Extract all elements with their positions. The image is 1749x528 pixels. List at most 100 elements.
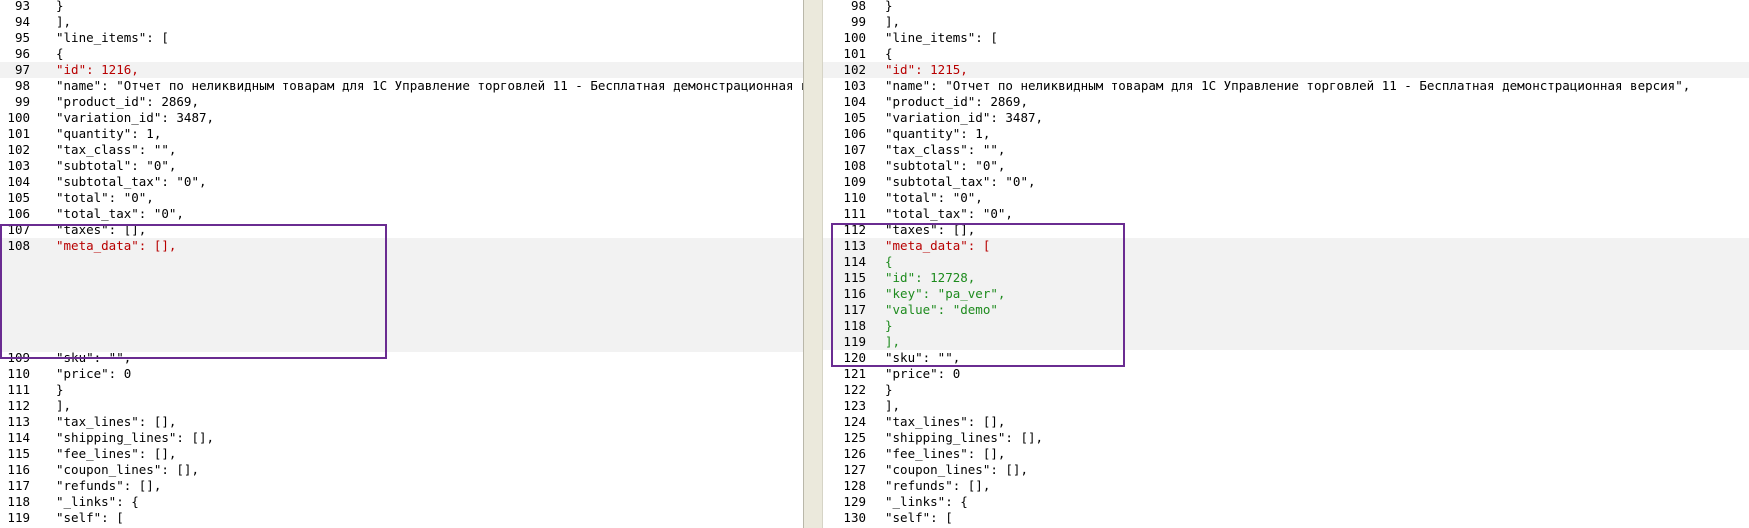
code-text: "coupon_lines": [],: [56, 462, 199, 477]
code-text: "product_id": 2869,: [56, 94, 199, 109]
code-text: "_links": {: [885, 494, 968, 509]
code-text: "self": [: [885, 510, 953, 525]
code-line: 106 "total_tax": "0",: [0, 206, 803, 222]
line-number: 117: [7, 478, 30, 493]
code-line: 113 "tax_lines": [],: [0, 414, 803, 430]
code-line: 129 "_links": {: [823, 494, 1749, 510]
line-number: 110: [7, 366, 30, 381]
line-number: 113: [7, 414, 30, 429]
code-text: "tax_lines": [],: [56, 414, 177, 429]
code-text: }: [56, 0, 64, 13]
line-number: 95: [14, 30, 30, 45]
line-number: 123: [843, 398, 866, 413]
code-line: 94],: [0, 14, 803, 30]
code-text: "coupon_lines": [],: [885, 462, 1028, 477]
code-line: 119 "self": [: [0, 510, 803, 526]
code-text: "total_tax": "0",: [885, 206, 1013, 221]
code-line: 95 "line_items": [: [0, 30, 803, 46]
code-text: }: [885, 382, 893, 397]
code-text: ],: [885, 398, 901, 413]
line-number: 115: [7, 446, 30, 461]
code-line: 101 {: [823, 46, 1749, 62]
code-line: 104 "product_id": 2869,: [823, 94, 1749, 110]
line-number: 103: [843, 78, 866, 93]
code-line: 124 "tax_lines": [],: [823, 414, 1749, 430]
code-text: }: [885, 0, 893, 13]
code-line: 122}: [823, 382, 1749, 398]
line-number: 96: [14, 46, 30, 61]
code-line: 97 "id": 1216,: [0, 62, 803, 78]
code-text: "subtotal": "0",: [885, 158, 1006, 173]
code-text: }: [56, 382, 64, 397]
code-line: 98 "name": "Отчет по неликвидным товарам …: [0, 78, 803, 94]
line-number: 104: [843, 94, 866, 109]
code-text: "price": 0: [56, 366, 132, 381]
line-number: 98: [14, 78, 30, 93]
line-number: 105: [7, 190, 30, 205]
line-number: 105: [843, 110, 866, 125]
code-text: "subtotal_tax": "0",: [56, 174, 207, 189]
code-text: {: [885, 46, 893, 61]
code-line: 114 "shipping_lines": [],: [0, 430, 803, 446]
code-line: 104 "subtotal_tax": "0",: [0, 174, 803, 190]
code-text: ],: [885, 14, 901, 29]
line-number: 102: [7, 142, 30, 157]
line-number: 94: [14, 14, 30, 29]
line-number: 101: [843, 46, 866, 61]
line-number: 93: [14, 0, 30, 13]
code-line: 102 "tax_class": "",: [0, 142, 803, 158]
code-line: 98}: [823, 0, 1749, 14]
line-number: 97: [14, 62, 30, 77]
code-line: 112],: [0, 398, 803, 414]
code-text: "line_items": [: [56, 30, 169, 45]
line-number: 102: [843, 62, 866, 77]
code-line: 125 "shipping_lines": [],: [823, 430, 1749, 446]
code-line: 99 "product_id": 2869,: [0, 94, 803, 110]
code-text: "quantity": 1,: [885, 126, 991, 141]
line-number: 129: [843, 494, 866, 509]
code-line: 107 "tax_class": "",: [823, 142, 1749, 158]
code-line: 103 "subtotal": "0",: [0, 158, 803, 174]
line-number: 125: [843, 430, 866, 445]
line-number: 116: [7, 462, 30, 477]
code-text: "refunds": [],: [56, 478, 162, 493]
line-number: 118: [7, 494, 30, 509]
code-line: 100 "variation_id": 3487,: [0, 110, 803, 126]
code-line: 101 "quantity": 1,: [0, 126, 803, 142]
code-text: "id": 1216,: [56, 62, 139, 77]
code-text: "self": [: [56, 510, 124, 525]
line-number: 99: [14, 94, 30, 109]
code-text: "subtotal": "0",: [56, 158, 177, 173]
code-text: "_links": {: [56, 494, 139, 509]
line-number: 112: [7, 398, 30, 413]
line-number: 98: [850, 0, 866, 13]
line-number: 100: [843, 30, 866, 45]
code-line: 127 "coupon_lines": [],: [823, 462, 1749, 478]
line-number: 106: [7, 206, 30, 221]
code-line: 115 "fee_lines": [],: [0, 446, 803, 462]
code-text: "id": 1215,: [885, 62, 968, 77]
code-text: "product_id": 2869,: [885, 94, 1028, 109]
code-line: 110 "price": 0: [0, 366, 803, 382]
code-line: 96 {: [0, 46, 803, 62]
code-text: "variation_id": 3487,: [885, 110, 1044, 125]
line-number: 111: [7, 382, 30, 397]
line-number: 126: [843, 446, 866, 461]
code-text: "price": 0: [885, 366, 961, 381]
line-number: 103: [7, 158, 30, 173]
line-number: 130: [843, 510, 866, 525]
line-number: 108: [843, 158, 866, 173]
line-number: 127: [843, 462, 866, 477]
code-line: 110 "total": "0",: [823, 190, 1749, 206]
code-text: "tax_lines": [],: [885, 414, 1006, 429]
code-line: 126 "fee_lines": [],: [823, 446, 1749, 462]
pane-divider[interactable]: [803, 0, 823, 528]
code-text: ],: [56, 398, 72, 413]
code-text: "tax_class": "",: [56, 142, 177, 157]
code-line: 93}: [0, 0, 803, 14]
right-change-marker: [831, 223, 1125, 367]
code-text: "total_tax": "0",: [56, 206, 184, 221]
code-line: 118 "_links": {: [0, 494, 803, 510]
code-line: 103 "name": "Отчет по неликвидным товарам…: [823, 78, 1749, 94]
line-number: 110: [843, 190, 866, 205]
